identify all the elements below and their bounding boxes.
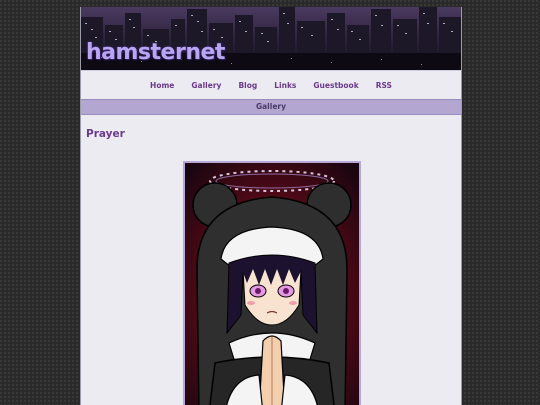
nav-gallery[interactable]: Gallery	[183, 81, 230, 90]
post-title: Prayer	[86, 128, 125, 140]
nav-blog[interactable]: Blog	[230, 81, 266, 90]
page-container: hamsternet Home Gallery Blog Links Guest…	[80, 7, 462, 405]
nav-rss[interactable]: RSS	[367, 81, 400, 90]
nun-illustration	[185, 163, 359, 405]
artwork-image[interactable]	[183, 161, 361, 405]
site-logo[interactable]: hamsternet	[86, 40, 225, 65]
nav-home[interactable]: Home	[142, 81, 183, 90]
nav-links[interactable]: Links	[266, 81, 305, 90]
nav-guestbook[interactable]: Guestbook	[305, 81, 367, 90]
site-banner: hamsternet	[81, 7, 461, 70]
main-nav: Home Gallery Blog Links Guestbook RSS	[81, 70, 461, 99]
section-title-bar: Gallery	[81, 99, 461, 115]
